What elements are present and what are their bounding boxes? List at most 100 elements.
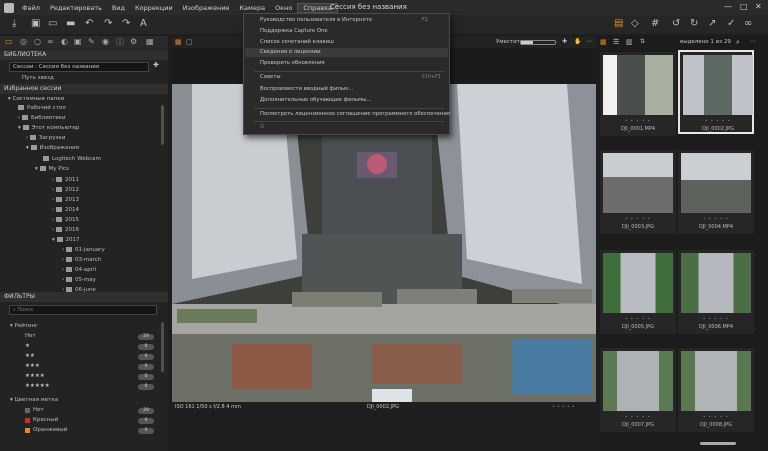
menu-item-license-info[interactable]: Сведения о лицензии <box>245 48 448 57</box>
menu-image[interactable]: Изображение <box>178 4 235 12</box>
menu-item-about[interactable]: О <box>260 124 264 130</box>
tree-item[interactable]: › 2016 <box>52 226 79 235</box>
menu-edit[interactable]: Редактировать <box>45 4 107 12</box>
tree-item[interactable]: Logitech Webcam <box>43 155 101 164</box>
zoom-plus-icon[interactable]: ✚ <box>562 38 567 45</box>
capture-tab-icon[interactable]: ◎ <box>20 37 27 46</box>
close-button[interactable]: ✕ <box>755 2 762 11</box>
menu-adjustments[interactable]: Коррекции <box>130 4 178 12</box>
color-row[interactable]: Нет <box>25 406 44 415</box>
viewer-single-icon[interactable]: ▢ <box>186 38 193 46</box>
viewer-rating-dots[interactable]: ••••• <box>552 402 577 412</box>
browser-sort-icon[interactable]: ⇅ <box>640 38 645 45</box>
folder-icon[interactable]: ▬ <box>66 17 75 31</box>
library-header[interactable]: БИБЛИОТЕКА <box>0 50 168 60</box>
thumbnail[interactable]: • • • • • DJI_0007.JPG <box>600 348 676 432</box>
tree-item[interactable]: › Библиотеки <box>18 114 66 123</box>
tree-item[interactable]: ▾ Изображения <box>26 144 79 153</box>
rating-row[interactable]: ★★★★ <box>25 372 45 381</box>
exposure-tab-icon[interactable]: ◐ <box>61 37 68 46</box>
tree-item[interactable]: › 2015 <box>52 216 79 225</box>
undo-icon[interactable]: ↶ <box>85 17 93 31</box>
hand-icon[interactable]: ✋ <box>574 38 581 45</box>
glasses-icon[interactable]: ∞ <box>744 17 752 31</box>
stack-icon[interactable]: ▤ <box>614 17 623 31</box>
rotate-left-icon[interactable]: ↺ <box>672 17 680 31</box>
rating-row[interactable]: ★ <box>25 342 30 351</box>
thumbnail-rating[interactable]: • • • • • <box>600 316 676 321</box>
thumbnail[interactable]: • • • • • DJI_0006.MP4 <box>678 250 754 334</box>
rating-row[interactable]: ★★★★★ <box>25 382 50 391</box>
tree-item[interactable]: › Загрузки <box>26 134 65 143</box>
thumbnail[interactable]: • • • • • DJI_0003.JPG <box>600 150 676 234</box>
menu-item-tips[interactable]: Советы <box>260 74 281 80</box>
thumbnail-rating[interactable]: • • • • • <box>678 414 754 419</box>
browser-list-view-icon[interactable]: ☰ <box>613 38 619 46</box>
menu-file[interactable]: Файл <box>17 4 45 12</box>
menu-view[interactable]: Вид <box>107 4 130 12</box>
thumbnail[interactable]: • • • • • DJI_0005.JPG <box>600 250 676 334</box>
tree-item[interactable]: › 2012 <box>52 186 79 195</box>
thumbnail-rating[interactable]: • • • • • <box>600 118 676 123</box>
filters-scrollbar[interactable] <box>161 322 164 372</box>
tree-item[interactable]: › 05-may <box>62 276 96 285</box>
output-tab-icon[interactable]: ⚙ <box>130 37 137 46</box>
session-folder-icon[interactable]: ▭ <box>48 17 57 31</box>
tree-item[interactable]: Рабочий стол <box>18 104 66 113</box>
brush-tab-icon[interactable]: ✎ <box>88 37 95 46</box>
thumbnail-rating[interactable]: • • • • • <box>680 118 756 123</box>
tree-item[interactable]: ▾ My Pics <box>35 165 69 174</box>
browser-search-icon[interactable]: ⌕ <box>736 38 740 47</box>
details-tab-icon[interactable]: ◉ <box>102 37 109 46</box>
menu-item-support[interactable]: Поддержка Capture One <box>260 28 328 34</box>
layers-icon[interactable]: ◇ <box>631 17 639 31</box>
text-tool-icon[interactable]: A <box>140 17 147 31</box>
library-tab-icon[interactable]: ▭ <box>5 37 13 46</box>
menu-item-user-guide[interactable]: Руководство пользователя в Интернете <box>260 17 372 23</box>
five-stars-path[interactable]: Путь звезд <box>22 74 54 83</box>
tree-item[interactable]: › 2014 <box>52 206 79 215</box>
filter-search-input[interactable]: ⌕ Поиск <box>9 305 157 315</box>
grid-icon[interactable]: # <box>651 17 659 31</box>
favorites-header[interactable]: Избранное сессии <box>0 84 168 94</box>
menu-item-tutorials[interactable]: Дополнительные обучающие фильмы... <box>260 97 371 103</box>
session-select[interactable]: Сессии : Сессия без названия <box>9 62 149 72</box>
menu-camera[interactable]: Камера <box>234 4 270 12</box>
redo-arrow-icon[interactable]: ↷ <box>104 17 112 31</box>
thumbnail-rating[interactable]: • • • • • <box>678 216 754 221</box>
thumbnail[interactable]: • • • • • DJI_0004.MP4 <box>678 150 754 234</box>
add-session-icon[interactable]: ✚ <box>153 61 159 69</box>
thumbnail-rating[interactable]: • • • • • <box>600 216 676 221</box>
tree-item[interactable]: ▾ 2017 <box>52 236 80 245</box>
thumbnail-selected[interactable]: • • • • • DJI_0002.JPG <box>678 50 754 134</box>
redo-icon[interactable]: ↷ <box>122 17 130 31</box>
menu-item-shortcuts-list[interactable]: Список сочетаний клавиш <box>260 39 334 45</box>
rating-row[interactable]: Нет <box>25 332 36 341</box>
app-menu-icon[interactable] <box>4 2 14 13</box>
minimize-button[interactable]: — <box>724 2 732 11</box>
zoom-slider[interactable] <box>520 40 556 45</box>
viewer-options-icon[interactable]: ⋯ <box>586 38 592 45</box>
thumbnail-rating[interactable]: • • • • • <box>678 316 754 321</box>
layers-tab-icon[interactable]: ▣ <box>74 37 82 46</box>
filters-header[interactable]: ФИЛЬТРЫ <box>0 292 168 302</box>
rotate-right-icon[interactable]: ↻ <box>690 17 698 31</box>
lens-tab-icon[interactable]: ○ <box>34 37 41 46</box>
camera-icon[interactable]: ▣ <box>31 17 40 31</box>
color-row[interactable]: Оранжевый <box>25 426 67 435</box>
thumbnail[interactable]: • • • • • DJI_0001.MP4 <box>600 52 676 136</box>
thumbnail-rating[interactable]: • • • • • <box>600 414 676 419</box>
color-tab-icon[interactable]: ∞ <box>47 37 54 46</box>
color-tag-header[interactable]: ▾ Цветная метка <box>10 396 58 405</box>
menu-item-check-updates[interactable]: Проверить обновления <box>260 60 325 66</box>
menu-item-intro-movie[interactable]: Воспроизвести вводный фильм... <box>260 86 353 92</box>
tree-item[interactable]: › 2013 <box>52 196 79 205</box>
color-row[interactable]: Красный <box>25 416 58 425</box>
thumbnail[interactable]: • • • • • DJI_0008.JPG <box>678 348 754 432</box>
rating-row[interactable]: ★★★ <box>25 362 40 371</box>
menu-window[interactable]: Окно <box>270 4 297 12</box>
library-scrollbar[interactable] <box>161 105 164 145</box>
menu-item-license-agreement[interactable]: Посмотреть лицензионное соглашение прогр… <box>260 111 450 117</box>
rating-header[interactable]: ▾ Рейтинг <box>10 322 38 331</box>
maximize-button[interactable]: □ <box>740 2 748 11</box>
